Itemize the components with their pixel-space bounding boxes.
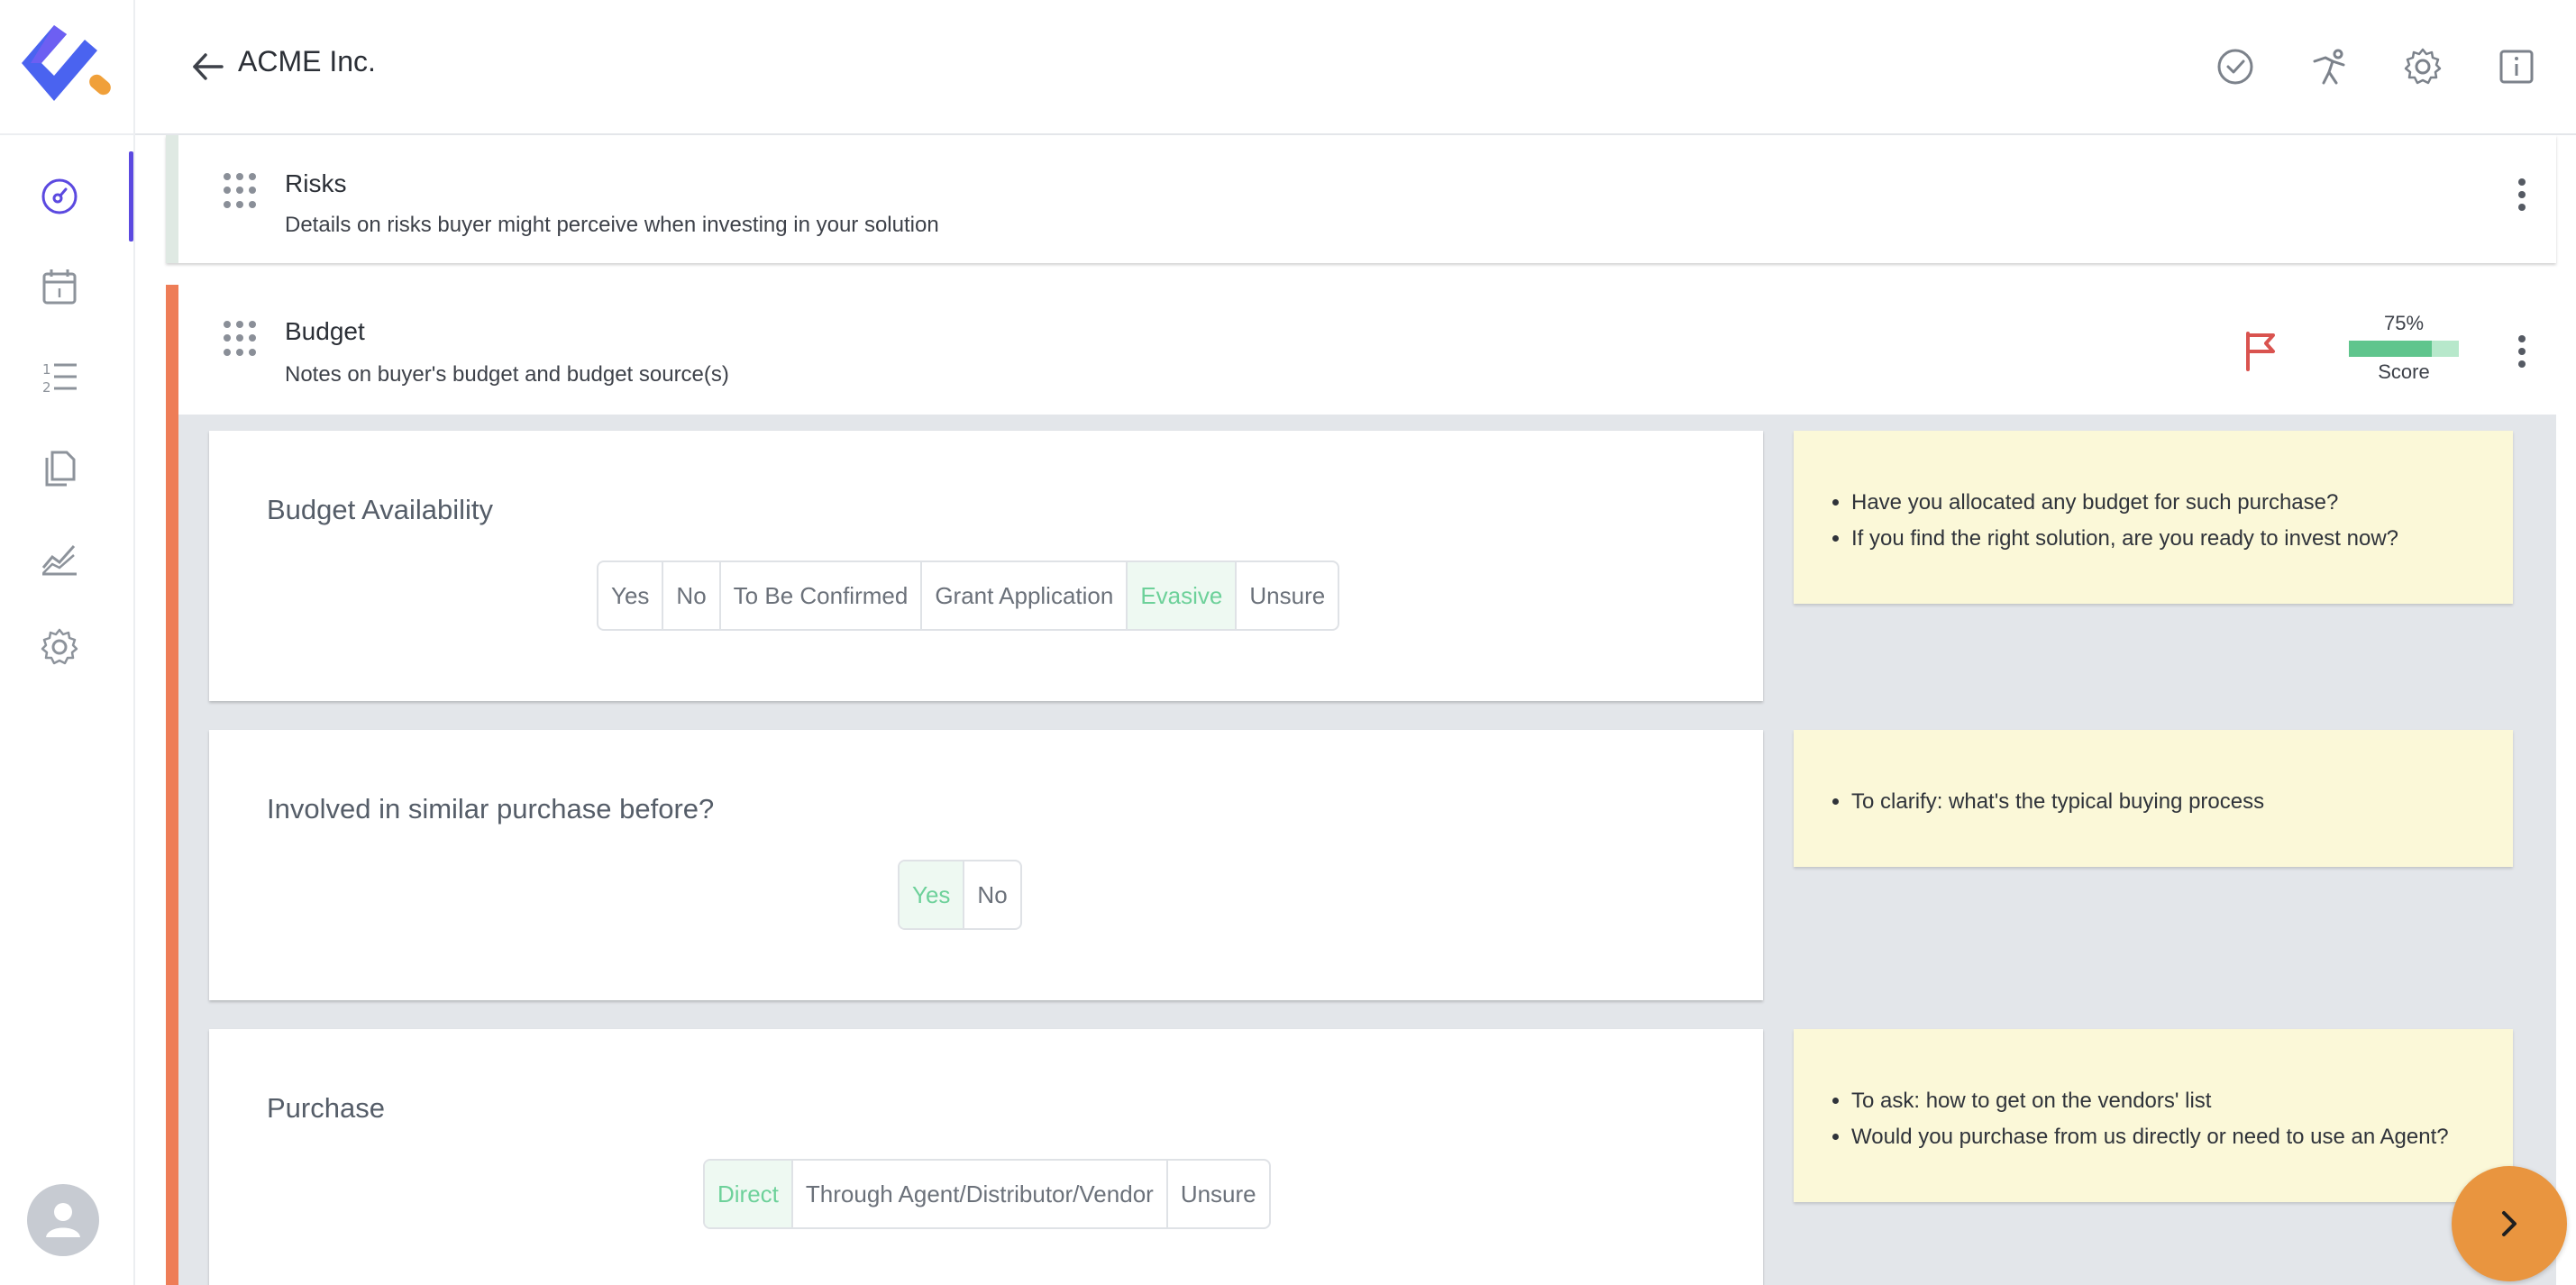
note-item: Would you purchase from us directly or n… bbox=[1851, 1119, 2477, 1155]
documents-icon bbox=[45, 451, 76, 487]
section-accent-bar bbox=[166, 415, 178, 1285]
note-item: Have you allocated any budget for such p… bbox=[1851, 485, 2477, 521]
option-unsure[interactable]: Unsure bbox=[1237, 562, 1338, 629]
app-logo[interactable] bbox=[14, 18, 114, 108]
section-description: Details on risks buyer might perceive wh… bbox=[285, 213, 939, 237]
sidebar-divider bbox=[0, 133, 135, 135]
chevron-right-icon bbox=[2502, 1211, 2517, 1236]
question-card: Budget Availability Yes No To Be Confirm… bbox=[209, 431, 1763, 701]
note-item: If you find the right solution, are you … bbox=[1851, 521, 2477, 557]
option-yes[interactable]: Yes bbox=[900, 861, 965, 928]
question-card: Involved in similar purchase before? Yes… bbox=[209, 730, 1763, 1000]
company-title: ACME Inc. bbox=[238, 45, 376, 77]
section-risks[interactable]: Risks Details on risks buyer might perce… bbox=[166, 135, 2556, 263]
sidebar-active-indicator bbox=[129, 151, 133, 242]
settings-gear-icon[interactable] bbox=[2394, 38, 2452, 96]
score-progress-bar bbox=[2349, 341, 2459, 357]
check-circle-icon[interactable] bbox=[2206, 38, 2264, 96]
note-item: To clarify: what's the typical buying pr… bbox=[1851, 784, 2477, 820]
question-notes: To clarify: what's the typical buying pr… bbox=[1794, 730, 2513, 867]
section-title: Budget bbox=[285, 317, 365, 345]
question-title: Involved in similar purchase before? bbox=[267, 793, 715, 825]
kickstart-icon[interactable] bbox=[2300, 38, 2358, 96]
option-no[interactable]: No bbox=[663, 562, 721, 629]
sidebar: 1 2 bbox=[0, 0, 135, 1285]
score-percent: 75% bbox=[2383, 312, 2425, 334]
answer-options: Direct Through Agent/Distributor/Vendor … bbox=[703, 1159, 1271, 1229]
budget-questions-panel: Budget Availability Yes No To Be Confirm… bbox=[166, 415, 2556, 1285]
calendar-icon bbox=[42, 269, 77, 305]
question-title: Budget Availability bbox=[267, 494, 494, 525]
back-arrow-icon[interactable] bbox=[182, 41, 233, 92]
question-card: Purchase Direct Through Agent/Distributo… bbox=[209, 1029, 1763, 1285]
svg-text:2: 2 bbox=[42, 379, 51, 396]
option-through-agent[interactable]: Through Agent/Distributor/Vendor bbox=[793, 1161, 1168, 1227]
sidebar-item-documents[interactable] bbox=[27, 434, 92, 499]
user-avatar[interactable] bbox=[27, 1184, 99, 1256]
next-fab-button[interactable] bbox=[2452, 1166, 2567, 1281]
dashboard-icon bbox=[41, 178, 78, 214]
sidebar-item-checklist[interactable]: 1 2 bbox=[27, 344, 92, 409]
option-no[interactable]: No bbox=[964, 861, 1019, 928]
option-grant-application[interactable]: Grant Application bbox=[922, 562, 1128, 629]
section-description: Notes on buyer's budget and budget sourc… bbox=[285, 362, 729, 387]
sidebar-item-dashboard[interactable] bbox=[27, 164, 92, 229]
question-notes: Have you allocated any budget for such p… bbox=[1794, 431, 2513, 604]
more-options-icon[interactable] bbox=[2504, 324, 2540, 378]
option-yes[interactable]: Yes bbox=[598, 562, 664, 629]
option-direct[interactable]: Direct bbox=[705, 1161, 793, 1227]
sidebar-item-settings[interactable] bbox=[27, 615, 92, 679]
answer-options: Yes No bbox=[898, 860, 1022, 930]
analytics-chart-icon bbox=[41, 545, 77, 576]
flag-icon[interactable] bbox=[2243, 330, 2279, 373]
drag-handle-icon[interactable] bbox=[224, 321, 260, 357]
gear-icon bbox=[41, 628, 78, 665]
option-evasive[interactable]: Evasive bbox=[1128, 562, 1238, 629]
note-item: To ask: how to get on the vendors' list bbox=[1851, 1083, 2477, 1119]
question-notes: To ask: how to get on the vendors' list … bbox=[1794, 1029, 2513, 1202]
section-accent-bar bbox=[166, 285, 178, 415]
section-title: Risks bbox=[285, 169, 347, 197]
user-avatar-icon bbox=[46, 1203, 80, 1237]
sidebar-item-analytics[interactable] bbox=[27, 524, 92, 589]
score-indicator: 75% Score bbox=[2349, 312, 2459, 384]
drag-handle-icon[interactable] bbox=[224, 173, 260, 209]
svg-text:1: 1 bbox=[42, 361, 51, 378]
question-title: Purchase bbox=[267, 1092, 385, 1124]
sidebar-item-calendar[interactable] bbox=[27, 254, 92, 319]
info-icon[interactable] bbox=[2488, 38, 2545, 96]
option-to-be-confirmed[interactable]: To Be Confirmed bbox=[721, 562, 923, 629]
score-progress-fill bbox=[2349, 341, 2432, 357]
option-unsure[interactable]: Unsure bbox=[1168, 1161, 1269, 1227]
top-header: ACME Inc. bbox=[135, 0, 2576, 135]
section-accent-bar bbox=[166, 135, 178, 263]
main-content: Risks Details on risks buyer might perce… bbox=[135, 135, 2576, 1285]
section-budget[interactable]: Budget Notes on buyer's budget and budge… bbox=[166, 285, 2556, 415]
numbered-list-icon: 1 2 bbox=[42, 361, 77, 396]
score-label: Score bbox=[2378, 360, 2430, 383]
answer-options: Yes No To Be Confirmed Grant Application… bbox=[597, 560, 1340, 631]
more-options-icon[interactable] bbox=[2504, 168, 2540, 222]
